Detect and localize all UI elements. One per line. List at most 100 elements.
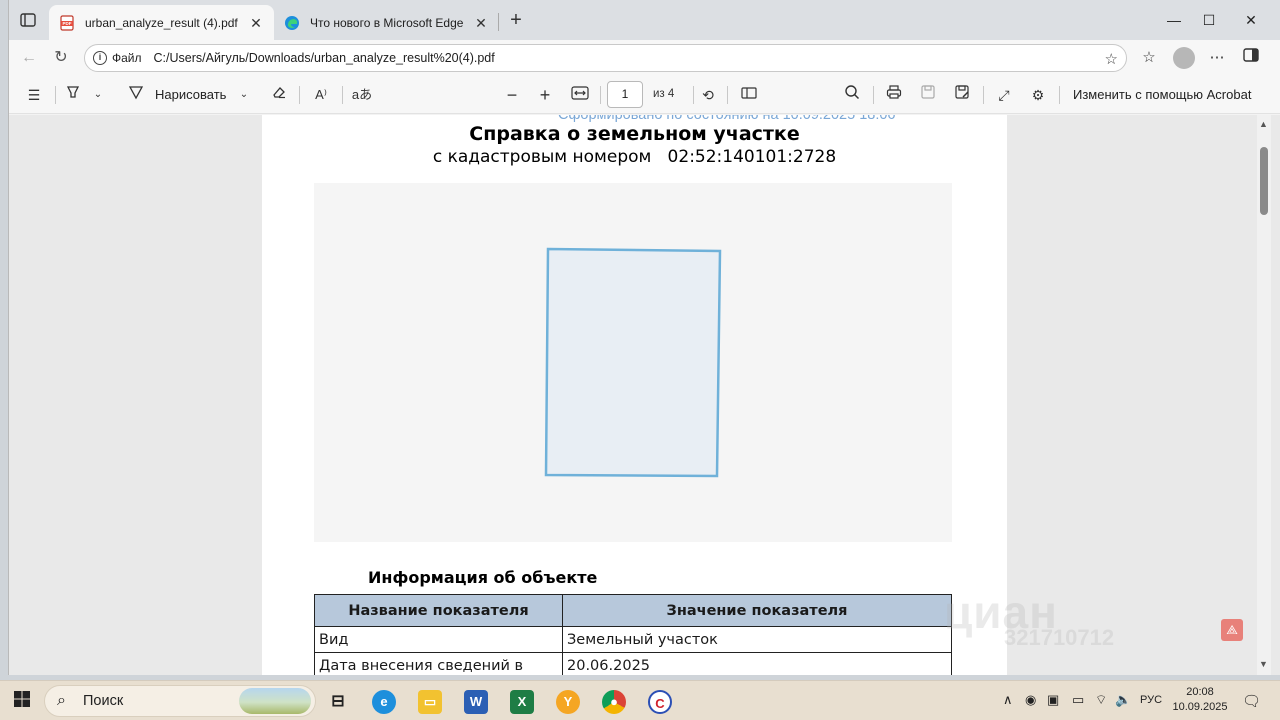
scroll-down-icon[interactable]: ▼ [1259,659,1268,669]
app-c-icon[interactable]: C [648,690,672,714]
address-bar[interactable]: i Файл C:/Users/Айгуль/Downloads/urban_a… [84,44,1127,72]
toolbar-divider [342,86,343,104]
table-header: Название показателя [314,594,563,627]
task-view-icon[interactable]: ⊟ [326,690,350,714]
draw-label[interactable]: Нарисовать [155,84,229,106]
tab-title: urban_analyze_result (4).pdf [85,15,238,30]
excel-icon[interactable]: X [510,690,534,714]
scrollbar-thumb[interactable] [1260,147,1268,215]
search-icon: ⌕ [57,692,66,709]
contents-icon[interactable]: ☰ [23,84,45,106]
tab-strip: PDF urban_analyze_result (4).pdf ✕ Что н… [9,0,1280,40]
section-heading: Информация об объекте [368,568,598,587]
scheme-label: Файл [112,51,142,65]
parcel-map [314,183,952,542]
favorites-icon[interactable]: ☆ [1138,47,1160,69]
page-view-icon[interactable] [738,84,760,106]
highlight-icon[interactable] [63,84,83,106]
save-as-icon[interactable] [951,84,973,106]
chevron-down-icon[interactable]: ⌄ [237,84,251,106]
watermark-number: 321710712 [1004,625,1115,650]
tab-edge-whatsnew[interactable]: Что нового в Microsoft Edge ✕ [274,5,499,40]
table-row: Дата внесения сведений в 20.06.2025 [314,652,952,675]
table-header-row: Название показателя Значение показателя [314,594,952,627]
search-label: Поиск [83,693,124,709]
back-icon[interactable]: ← [17,46,41,70]
read-aloud-icon[interactable]: A⁾ [309,84,333,106]
zoom-out-icon[interactable]: − [502,84,522,106]
tab-divider [498,13,499,31]
new-tab-button[interactable]: + [505,10,527,32]
page-number-input[interactable]: 1 [607,81,643,108]
table-cell: 20.06.2025 [562,652,952,675]
toolbar-divider [727,86,728,104]
gear-icon[interactable]: ⚙ [1027,84,1049,106]
language-indicator[interactable]: РУС [1140,694,1162,706]
battery-icon[interactable]: ▭ [1072,692,1084,708]
clock-time: 20:08 [1186,686,1214,698]
table-cell: Вид [314,626,563,653]
record-icon[interactable]: ◉ [1025,692,1036,708]
sidebar-toggle-icon[interactable] [1240,47,1262,69]
tab-pdf[interactable]: PDF urban_analyze_result (4).pdf ✕ [49,5,274,40]
file-explorer-icon[interactable]: ▭ [418,690,442,714]
parcel-outline [544,247,722,478]
favorite-star-icon[interactable]: ☆ [1105,50,1118,68]
tray-app-icon[interactable]: ▣ [1047,692,1059,708]
tray-chevron-icon[interactable]: ∧ [1003,692,1013,708]
maximize-icon[interactable]: ☐ [1197,8,1221,32]
yandex-icon[interactable]: Y [556,690,580,714]
refresh-icon[interactable]: ↻ [49,46,73,70]
edit-with-acrobat-button[interactable]: Изменить с помощью Acrobat [1073,84,1259,106]
close-tab-icon[interactable]: ✕ [473,15,489,31]
clock[interactable]: 20:08 10.09.2025 [1168,685,1232,715]
vertical-scrollbar[interactable]: ▲ ▼ [1257,115,1271,675]
print-icon[interactable] [883,84,905,106]
toolbar-divider [983,86,984,104]
page-total-label: из 4 [653,88,675,100]
eraser-icon[interactable] [268,84,290,106]
chevron-down-icon[interactable]: ⌄ [91,84,105,106]
pdf-icon: PDF [59,14,75,31]
windows-start-icon[interactable] [10,690,34,714]
object-info-table: Название показателя Значение показателя … [314,594,952,675]
url-text[interactable]: C:/Users/Айгуль/Downloads/urban_analyze_… [154,51,495,65]
info-icon[interactable]: i [93,51,107,65]
toolbar-divider [873,86,874,104]
translate-icon[interactable]: aあ [350,84,374,106]
tab-actions-icon[interactable] [18,10,38,30]
address-row: ← ↻ i Файл C:/Users/Айгуль/Downloads/urb… [9,40,1280,76]
taskbar-search[interactable]: ⌕ Поиск [44,685,316,717]
pdf-toolbar: ☰ ⌄ Нарисовать ⌄ A⁾ aあ − + 1 из 4 ⟲ ⤢ ⚙ … [9,76,1280,114]
wifi-icon[interactable]: ⌔ [1095,692,1107,708]
fullscreen-icon[interactable]: ⤢ [993,84,1015,106]
close-tab-icon[interactable]: ✕ [248,15,264,31]
volume-icon[interactable]: 🔈 [1115,692,1131,708]
fit-width-icon[interactable] [569,84,591,106]
tab-title: Что нового в Microsoft Edge [310,15,464,30]
more-icon[interactable]: ⋯ [1206,47,1228,69]
close-window-icon[interactable]: ✕ [1239,8,1263,32]
acrobat-icon[interactable]: ⟁ [1221,619,1243,641]
zoom-in-icon[interactable]: + [535,84,555,106]
toolbar-divider [55,86,56,104]
edge-icon[interactable]: e [372,690,396,714]
document-title: Справка о земельном участке [469,123,800,145]
pdf-viewer: Сформировано по состоянию на 10.09.2025 … [9,115,1280,675]
toolbar-divider [600,86,601,104]
table-cell: Дата внесения сведений в [314,652,563,675]
avatar[interactable] [1173,47,1195,69]
chrome-icon[interactable]: ● [602,690,626,714]
scroll-up-icon[interactable]: ▲ [1259,119,1268,129]
toolbar-divider [693,86,694,104]
table-header: Значение показателя [562,594,952,627]
save-icon[interactable] [917,84,939,106]
notifications-icon[interactable]: 🗨 [1242,692,1261,710]
search-icon[interactable] [841,84,863,106]
draw-icon[interactable] [126,84,146,106]
search-highlight-image [239,688,311,714]
rotate-icon[interactable]: ⟲ [697,84,719,106]
word-icon[interactable]: W [464,690,488,714]
minimize-icon[interactable]: — [1162,8,1186,32]
table-row: Вид Земельный участок [314,626,952,653]
